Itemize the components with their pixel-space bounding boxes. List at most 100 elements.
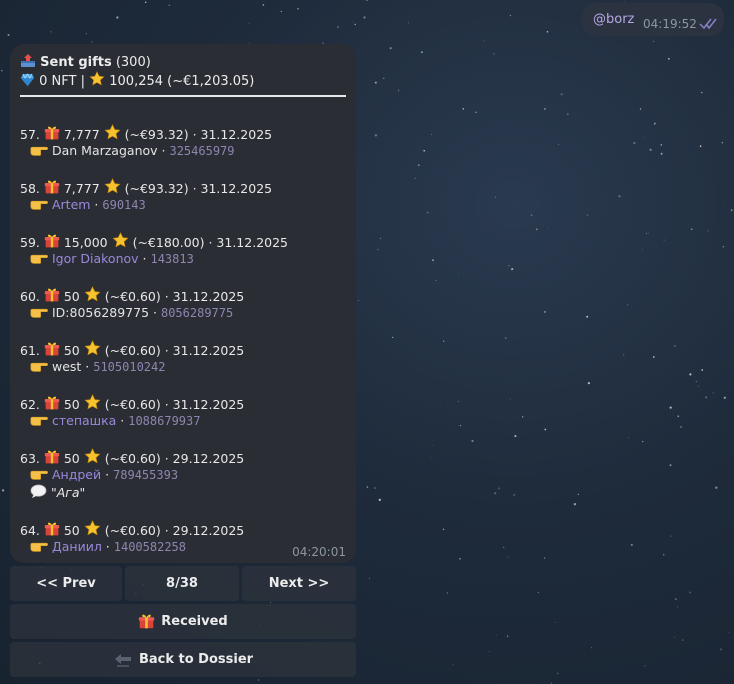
pointing-hand-icon [30, 146, 48, 156]
back-label: Back to Dossier [138, 652, 254, 667]
recipient-id[interactable]: 5105010242 [93, 360, 165, 374]
entry-number: 64. [20, 523, 40, 538]
gift-date: · 31.12.2025 [164, 397, 245, 412]
entry-number: 58. [20, 181, 40, 196]
stars-amount: 50 [63, 397, 80, 412]
recipient-id[interactable]: 789455393 [113, 468, 178, 482]
eur-total: (~€1,203.05) [167, 74, 255, 89]
eur-amount: (~€180.00) [132, 235, 205, 250]
star-icon [84, 520, 101, 536]
gift-icon [139, 614, 155, 629]
page-indicator-button[interactable]: 8/38 [125, 566, 239, 601]
gift-entry: 63. 50 (~€0.60) · 29.12.2025 Андрей · 78… [20, 448, 244, 502]
speech-bubble-icon [30, 484, 47, 499]
star-icon [84, 286, 101, 302]
entry-number: 61. [20, 343, 40, 358]
gift-entry-line: 64. 50 (~€0.60) · 29.12.2025 [20, 520, 244, 538]
double-check-icon [699, 18, 717, 29]
gift-entry-line: 60. 50 (~€0.60) · 31.12.2025 [20, 286, 244, 304]
comment-line: "Ага" [20, 484, 244, 502]
gift-icon [44, 396, 60, 410]
star-icon [84, 394, 101, 410]
gifts-message: Sent gifts (300) 0 NFT | 100,254 (~€1,20… [10, 44, 356, 563]
gift-icon [44, 522, 60, 536]
recipient-id[interactable]: 325465979 [169, 144, 234, 158]
recipient-line: west · 5105010242 [20, 358, 244, 376]
recipient-id[interactable]: 1088679937 [128, 414, 200, 428]
stars-amount: 50 [63, 451, 80, 466]
back-to-dossier-button[interactable]: Back to Dossier [10, 642, 356, 677]
recipient-id[interactable]: 1400582258 [114, 540, 186, 554]
entry-number: 57. [20, 127, 40, 142]
eur-amount: (~€93.32) [124, 181, 189, 196]
nft-count: 0 NFT [39, 74, 77, 89]
entry-number: 59. [20, 235, 40, 250]
star-icon [89, 71, 105, 86]
back-arrow-icon [114, 653, 131, 667]
summary-separator: | [76, 74, 90, 89]
gift-entry: 62. 50 (~€0.60) · 31.12.2025 степашка · … [20, 394, 244, 430]
pointing-hand-icon [30, 542, 48, 552]
gift-entry-line: 59. 15,000 (~€180.00) · 31.12.2025 [20, 232, 288, 250]
recipient-name: west [51, 359, 82, 374]
eur-amount: (~€0.60) [104, 523, 161, 538]
outbox-icon [21, 54, 35, 67]
header-summary-line: 0 NFT | 100,254 (~€1,203.05) [20, 71, 254, 89]
gift-date: · 31.12.2025 [192, 127, 273, 142]
entry-number: 62. [20, 397, 40, 412]
star-icon [104, 178, 121, 194]
gift-date: · 31.12.2025 [164, 289, 245, 304]
next-page-button[interactable]: Next >> [242, 566, 356, 601]
gem-icon [21, 73, 34, 86]
stars-amount: 50 [63, 289, 80, 304]
recipient-name: Dan Marzaganov [51, 143, 158, 158]
recipient-name[interactable]: Artem [52, 197, 90, 212]
gift-entry-line: 57. 7,777 (~€93.32) · 31.12.2025 [20, 124, 272, 142]
gift-entry: 61. 50 (~€0.60) · 31.12.2025 west · 5105… [20, 340, 244, 376]
star-icon [84, 448, 101, 464]
gift-entry: 60. 50 (~€0.60) · 31.12.2025 ID:80562897… [20, 286, 244, 322]
recipient-line: Igor Diakonov · 143813 [20, 250, 288, 268]
recipient-name[interactable]: Андрей [52, 467, 101, 482]
message-time: 04:20:01 [292, 545, 346, 559]
eur-amount: (~€0.60) [104, 451, 161, 466]
gift-entry: 58. 7,777 (~€93.32) · 31.12.2025 Artem ·… [20, 178, 272, 214]
star-icon [112, 232, 128, 248]
message-time: 04:19:52 [643, 17, 697, 31]
recipient-line: Даниил · 1400582258 [20, 538, 244, 556]
recipient-name[interactable]: Igor Diakonov [52, 251, 139, 266]
recipient-name[interactable]: Даниил [52, 539, 102, 554]
outgoing-message[interactable]: @borz 04:19:52 [582, 3, 724, 36]
gift-entry-line: 62. 50 (~€0.60) · 31.12.2025 [20, 394, 244, 412]
eur-amount: (~€93.32) [124, 127, 189, 142]
gift-date: · 31.12.2025 [164, 343, 245, 358]
recipient-line: Андрей · 789455393 [20, 466, 244, 484]
header-divider [20, 95, 346, 97]
mention-link[interactable]: @borz [593, 12, 634, 27]
recipient-id[interactable]: 143813 [150, 252, 193, 266]
gift-icon [44, 234, 60, 248]
stars-amount: 7,777 [63, 181, 100, 196]
star-icon [104, 124, 121, 140]
recipient-name[interactable]: степашка [52, 413, 116, 428]
eur-amount: (~€0.60) [104, 397, 161, 412]
gift-date: · 31.12.2025 [208, 235, 289, 250]
gift-icon [44, 126, 60, 140]
gift-entry: 59. 15,000 (~€180.00) · 31.12.2025 Igor … [20, 232, 288, 268]
recipient-name: ID:8056289775 [51, 305, 150, 320]
header-title-line: Sent gifts (300) [20, 53, 151, 70]
stars-amount: 50 [63, 523, 80, 538]
entry-number: 60. [20, 289, 40, 304]
recipient-id[interactable]: 8056289775 [161, 306, 233, 320]
prev-page-button[interactable]: << Prev [10, 566, 122, 601]
gift-entry-line: 58. 7,777 (~€93.32) · 31.12.2025 [20, 178, 272, 196]
stars-amount: 50 [63, 343, 80, 358]
gift-entry: 57. 7,777 (~€93.32) · 31.12.2025 Dan Mar… [20, 124, 272, 160]
recipient-id[interactable]: 690143 [102, 198, 145, 212]
gift-icon [44, 450, 60, 464]
received-button[interactable]: Received [10, 604, 356, 639]
star-icon [84, 340, 101, 356]
header-title: Sent gifts [40, 55, 112, 70]
gift-date: · 31.12.2025 [192, 181, 273, 196]
gift-entry-line: 63. 50 (~€0.60) · 29.12.2025 [20, 448, 244, 466]
